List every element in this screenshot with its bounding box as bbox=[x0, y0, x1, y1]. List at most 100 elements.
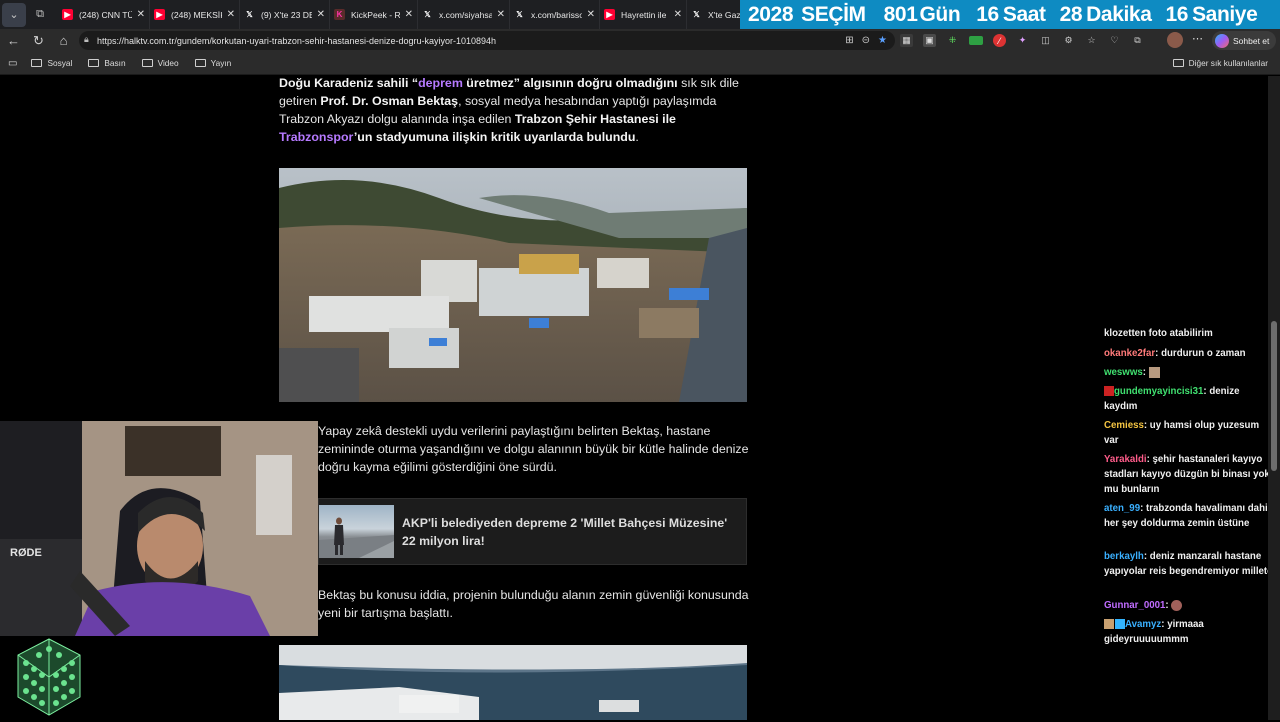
address-bar: ← ↻ ⌂ 🔒︎ https://halktv.com.tr/gundem/ko… bbox=[0, 29, 1280, 52]
x-icon: 𝕏 bbox=[693, 10, 700, 19]
extension-grid-icon[interactable]: ⁜ bbox=[946, 34, 959, 47]
folder-icon bbox=[1172, 59, 1184, 67]
reading-list-icon[interactable]: ▭ bbox=[8, 58, 17, 69]
chat-message: Gunnar_0001: bbox=[1104, 598, 1268, 613]
emote-icon bbox=[1148, 366, 1160, 378]
bookmark-video[interactable]: Video bbox=[141, 58, 179, 68]
tab-x-barissoy[interactable]: 𝕏 x.com/barissoy ✕ bbox=[510, 0, 600, 29]
toolbar-extensions: ▦ ▣ ⁜ ⁄ ✦ ◫ ⚙ ☆ ♡ ⧉ bbox=[900, 29, 1144, 52]
x-icon: 𝕏 bbox=[424, 10, 431, 19]
profile-avatar[interactable] bbox=[1167, 32, 1183, 48]
green-cube-widget bbox=[16, 637, 82, 717]
chat-message: okanke2far: durdurun o zaman bbox=[1104, 348, 1246, 359]
home-icon[interactable]: ⌂ bbox=[51, 33, 76, 48]
cube-illustration bbox=[17, 638, 81, 716]
lock-icon: 🔒︎ bbox=[84, 34, 89, 44]
chat-message: Avamyz: yirmaaa gideyruuuuummm bbox=[1104, 619, 1204, 645]
tab-x-23[interactable]: 𝕏 (9) X'te 23 DER ✕ bbox=[240, 0, 330, 29]
article-paragraph-2: Yapay zekâ destekli uydu verilerini payl… bbox=[318, 424, 749, 474]
split-screen-icon[interactable]: ◫ bbox=[1039, 34, 1052, 47]
folder-icon bbox=[88, 59, 100, 67]
article-paragraph-3: Bektaş bu konusu iddia, projenin bulundu… bbox=[318, 588, 749, 620]
trabzonspor-link[interactable]: Trabzonspor bbox=[279, 130, 354, 144]
browser-essentials-icon[interactable]: ♡ bbox=[1108, 34, 1121, 47]
chat-message: Yarakaldi: şehir hastanaleri kayıyo stad… bbox=[1104, 454, 1268, 495]
folder-icon bbox=[194, 59, 206, 67]
extension-puzzle-icon[interactable]: ▦ bbox=[900, 34, 913, 47]
bookmarks-bar: ▭ Sosyal Basın Video Yayın Diğer sık kul… bbox=[0, 52, 1280, 75]
election-countdown-banner: 2028 SEÇİM 801 Gün 16 Saat 28 Dakika 16 … bbox=[740, 0, 1280, 29]
close-tab-icon[interactable]: ✕ bbox=[405, 9, 413, 20]
tab-actions-menu[interactable]: ⌄ bbox=[2, 2, 26, 27]
tab-x-gaze[interactable]: 𝕏 X'te Gaze bbox=[687, 0, 745, 29]
close-tab-icon[interactable]: ✕ bbox=[137, 9, 145, 20]
badge-icon bbox=[1104, 619, 1114, 630]
youtube-icon: ▶ bbox=[62, 9, 73, 20]
badge-icon bbox=[1115, 619, 1125, 630]
hospital-aerial-photo bbox=[279, 168, 747, 402]
stadium-photo bbox=[279, 645, 747, 720]
copilot-chat-button[interactable]: Sohbet et bbox=[1212, 31, 1276, 50]
extension-star-icon[interactable]: ✦ bbox=[1016, 34, 1029, 47]
extension-red-icon[interactable]: ⁄ bbox=[993, 34, 1006, 47]
svg-text:RØDE: RØDE bbox=[10, 547, 42, 559]
streamer-webcam-illustration: RØDE bbox=[0, 421, 318, 636]
close-tab-icon[interactable]: ✕ bbox=[674, 9, 682, 20]
article-paragraph-1: Doğu Karadeniz sahili “deprem üretmez” a… bbox=[279, 76, 739, 144]
bookmark-yayin[interactable]: Yayın bbox=[194, 58, 231, 68]
badge-icon bbox=[1104, 386, 1114, 397]
workspaces-icon[interactable]: ⧉ bbox=[28, 3, 52, 27]
x-icon: 𝕏 bbox=[516, 10, 523, 19]
countdown-seconds: 16 bbox=[1165, 2, 1189, 26]
reload-icon[interactable]: ↻ bbox=[26, 33, 51, 49]
deprem-link[interactable]: deprem bbox=[418, 76, 463, 90]
chat-message: Cemiess: uy hamsi olup yuzesum var bbox=[1104, 420, 1260, 446]
related-article-thumbnail bbox=[319, 505, 394, 558]
related-article-card[interactable]: AKP'li belediyeden depreme 2 'Millet Bah… bbox=[318, 498, 747, 565]
countdown-days-label: Gün bbox=[919, 2, 961, 26]
webcam-overlay: RØDE bbox=[0, 421, 318, 636]
page-scrollbar[interactable] bbox=[1268, 76, 1280, 720]
url-field[interactable]: 🔒︎ https://halktv.com.tr/gundem/korkutan… bbox=[79, 31, 895, 50]
close-tab-icon[interactable]: ✕ bbox=[587, 9, 595, 20]
other-bookmarks[interactable]: Diğer sık kullanılanlar bbox=[1172, 58, 1268, 68]
chat-message: gundemyayincisi31: denize kaydım bbox=[1104, 386, 1240, 412]
close-tab-icon[interactable]: ✕ bbox=[227, 9, 235, 20]
scrollbar-thumb[interactable] bbox=[1271, 321, 1277, 471]
x-icon: 𝕏 bbox=[246, 10, 253, 19]
youtube-icon: ▶ bbox=[604, 9, 615, 20]
chat-message: berkaylh: deniz manzaralı hastane yapıyo… bbox=[1104, 551, 1268, 577]
extensions-icon[interactable]: ⚙ bbox=[1062, 34, 1075, 47]
tab-meksika[interactable]: ▶ (248) MEKSİKA ✕ bbox=[150, 0, 240, 29]
bookmark-sosyal[interactable]: Sosyal bbox=[31, 58, 72, 68]
favorite-star-icon[interactable]: ★ bbox=[878, 35, 887, 46]
related-article-title[interactable]: AKP'li belediyeden depreme 2 'Millet Bah… bbox=[402, 514, 742, 550]
kick-icon: K bbox=[334, 9, 345, 20]
countdown-year: 2028 bbox=[748, 2, 794, 26]
countdown-minutes-label: Dakika bbox=[1086, 2, 1152, 26]
emote-icon bbox=[1171, 599, 1183, 611]
back-icon[interactable]: ← bbox=[1, 33, 26, 48]
youtube-icon: ▶ bbox=[154, 9, 165, 20]
extension-green-icon[interactable] bbox=[969, 36, 983, 45]
tracking-icon[interactable]: ⊝ bbox=[862, 35, 870, 46]
extension-screen-icon[interactable]: ▣ bbox=[923, 34, 936, 47]
countdown-hours-label: Saat bbox=[1002, 2, 1046, 26]
more-menu-icon[interactable]: ⋯ bbox=[1192, 32, 1203, 45]
collections-icon[interactable]: ⧉ bbox=[1131, 34, 1144, 47]
countdown-minutes: 28 bbox=[1059, 2, 1083, 26]
close-tab-icon[interactable]: ✕ bbox=[317, 9, 325, 20]
tab-x-siyahsar[interactable]: 𝕏 x.com/siyahsar ✕ bbox=[418, 0, 510, 29]
countdown-label: SEÇİM bbox=[801, 2, 866, 26]
folder-icon bbox=[141, 59, 153, 67]
translate-icon[interactable]: ⊞ bbox=[845, 35, 853, 46]
tab-kickpeek[interactable]: K KickPeek - Real ✕ bbox=[330, 0, 418, 29]
countdown-days: 801 bbox=[883, 2, 918, 26]
favorites-icon[interactable]: ☆ bbox=[1085, 34, 1098, 47]
chat-message: aten_99: trabzonda havalimanı dahil her … bbox=[1104, 503, 1268, 529]
tab-hayrettin[interactable]: ▶ Hayrettin ile Kuz ✕ bbox=[600, 0, 687, 29]
stadium-illustration bbox=[279, 645, 747, 720]
tab-cnn[interactable]: ▶ (248) CNN TÜRK ✕ bbox=[58, 0, 150, 29]
bookmark-basin[interactable]: Basın bbox=[88, 58, 126, 68]
close-tab-icon[interactable]: ✕ bbox=[497, 9, 505, 20]
